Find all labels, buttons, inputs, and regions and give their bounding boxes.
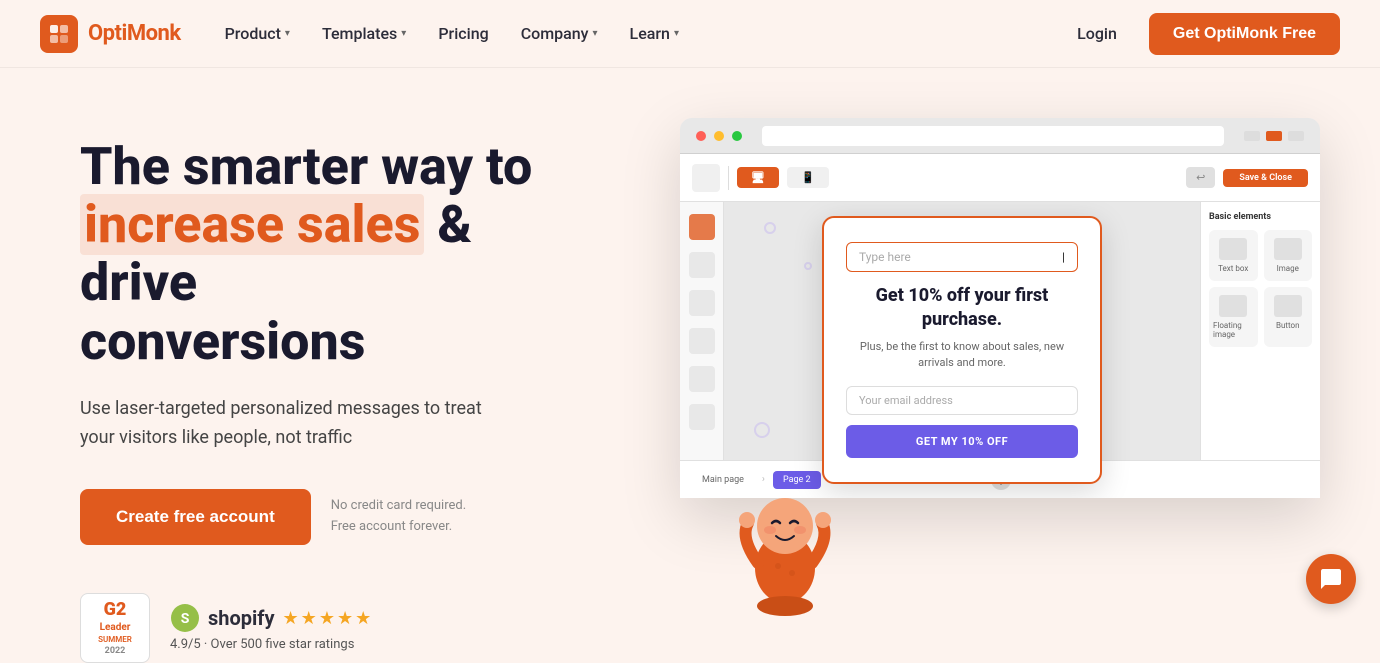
- popup-email-field[interactable]: Your email address: [846, 386, 1078, 415]
- browser-controls: [1244, 131, 1304, 141]
- browser-minimize-dot: [714, 131, 724, 141]
- toolbar-divider: [728, 166, 729, 190]
- svg-text:S: S: [181, 611, 190, 627]
- sidebar-icon-5[interactable]: [689, 366, 715, 392]
- shopify-icon: S: [170, 603, 200, 633]
- sidebar-icon-6[interactable]: [689, 404, 715, 430]
- editor-toolbar: 🖥 📱 ↩ Save & Close: [680, 154, 1320, 202]
- cta-row: Create free account No credit card requi…: [80, 489, 600, 545]
- panel-item-button[interactable]: Button: [1264, 287, 1313, 347]
- browser-bar: [680, 118, 1320, 154]
- popup-subtitle: Plus, be the first to know about sales, …: [846, 339, 1078, 372]
- logo-text: OptiMonk: [88, 21, 181, 46]
- image-label: Image: [1277, 264, 1299, 273]
- deco-dot-1: [764, 222, 776, 234]
- deco-dot-3: [754, 422, 770, 438]
- panel-title: Basic elements: [1209, 212, 1312, 222]
- nav-templates[interactable]: Templates ▾: [308, 16, 420, 51]
- image-icon: [1274, 238, 1302, 260]
- panel-item-image[interactable]: Image: [1264, 230, 1313, 281]
- hero-right: 🖥 📱 ↩ Save & Close: [660, 118, 1300, 628]
- popup-type-here-field: Type here |: [846, 242, 1078, 272]
- sidebar-icon-3[interactable]: [689, 290, 715, 316]
- login-button[interactable]: Login: [1061, 16, 1133, 51]
- browser-url-bar: [762, 126, 1224, 146]
- right-panel: Basic elements Text box Image Floatin: [1200, 202, 1320, 498]
- nav-company[interactable]: Company ▾: [507, 16, 612, 51]
- create-free-account-button[interactable]: Create free account: [80, 489, 311, 545]
- hero-title: The smarter way to increase sales & driv…: [80, 138, 600, 371]
- nav-product[interactable]: Product ▾: [211, 16, 304, 51]
- canvas-area: Type here | Get 10% off your first purch…: [724, 202, 1200, 498]
- deco-dot-2: [804, 262, 812, 270]
- textbox-label: Text box: [1218, 264, 1248, 273]
- cta-note: No credit card required. Free account fo…: [331, 496, 466, 538]
- sidebar-icon-4[interactable]: [689, 328, 715, 354]
- browser-close-dot: [696, 131, 706, 141]
- mascot: [720, 458, 850, 618]
- popup-cta-button[interactable]: GET MY 10% OFF: [846, 425, 1078, 458]
- hero-left: The smarter way to increase sales & driv…: [80, 118, 600, 663]
- toolbar-mobile-tab[interactable]: 📱: [787, 167, 829, 188]
- get-optimonk-free-button[interactable]: Get OptiMonk Free: [1149, 13, 1340, 55]
- shopify-logo-row: S shopify ★★★★★: [170, 603, 373, 633]
- floating-image-label: Floating image: [1213, 321, 1254, 339]
- chevron-down-icon: ▾: [401, 28, 406, 39]
- toolbar-save-btn[interactable]: Save & Close: [1223, 169, 1308, 187]
- browser-maximize-dot: [732, 131, 742, 141]
- mascot-svg: [720, 458, 850, 618]
- nav-items: Product ▾ Templates ▾ Pricing Company ▾ …: [211, 16, 1062, 51]
- toolbar-undo-btn[interactable]: ↩: [1186, 167, 1215, 188]
- panel-grid: Text box Image Floating image Butto: [1209, 230, 1312, 347]
- nav-pricing[interactable]: Pricing: [424, 16, 502, 51]
- sidebar-icon-2[interactable]: [689, 252, 715, 278]
- popup-title: Get 10% off your first purchase.: [846, 284, 1078, 331]
- logo-icon: [40, 15, 78, 53]
- textbox-icon: [1219, 238, 1247, 260]
- floating-image-icon: [1219, 295, 1247, 317]
- mock-browser: 🖥 📱 ↩ Save & Close: [680, 118, 1320, 498]
- editor-sidebar: [680, 202, 724, 498]
- toolbar-desktop-tab[interactable]: 🖥: [737, 167, 779, 188]
- chat-button[interactable]: [1306, 554, 1356, 604]
- toolbar-icon-1: [692, 164, 720, 192]
- rating-text: 4.9/5 · Over 500 five star ratings: [170, 637, 373, 652]
- chevron-down-icon: ▾: [593, 28, 598, 39]
- hero-subtitle: Use laser-targeted personalized messages…: [80, 395, 520, 453]
- hero-section: The smarter way to increase sales & driv…: [0, 68, 1380, 628]
- nav-learn[interactable]: Learn ▾: [616, 16, 693, 51]
- popup-widget: Type here | Get 10% off your first purch…: [822, 216, 1102, 484]
- panel-item-textbox[interactable]: Text box: [1209, 230, 1258, 281]
- button-label: Button: [1276, 321, 1300, 330]
- navbar: OptiMonk Product ▾ Templates ▾ Pricing C…: [0, 0, 1380, 68]
- editor-content: Type here | Get 10% off your first purch…: [680, 202, 1320, 498]
- nav-actions: Login Get OptiMonk Free: [1061, 13, 1340, 55]
- sidebar-icon-1[interactable]: [689, 214, 715, 240]
- chevron-down-icon: ▾: [674, 28, 679, 39]
- button-icon: [1274, 295, 1302, 317]
- logo[interactable]: OptiMonk: [40, 15, 181, 53]
- chevron-down-icon: ▾: [285, 28, 290, 39]
- panel-item-floating-image[interactable]: Floating image: [1209, 287, 1258, 347]
